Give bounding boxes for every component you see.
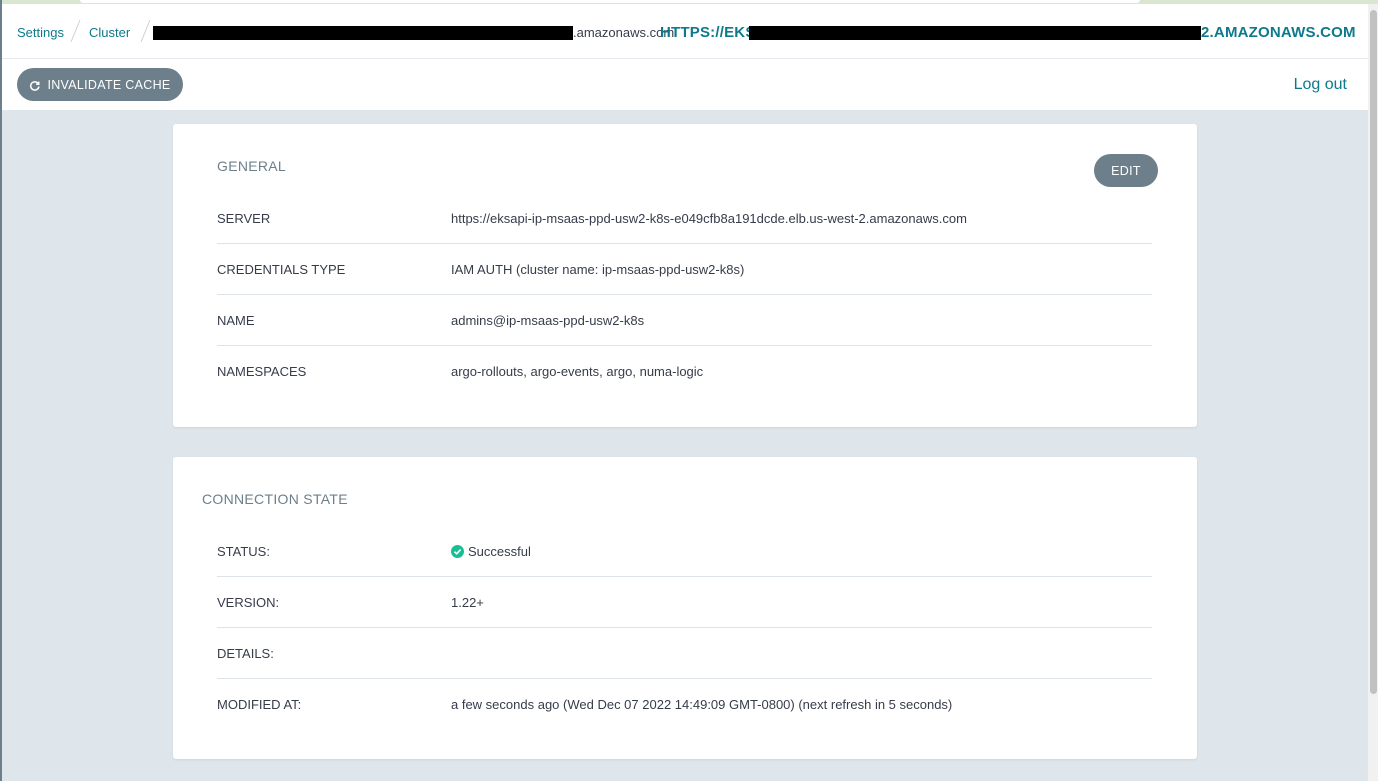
breadcrumb-separator	[140, 20, 151, 42]
row-key: SERVER	[217, 211, 271, 226]
row-value: a few seconds ago (Wed Dec 07 2022 14:49…	[451, 697, 953, 712]
row-key: CREDENTIALS TYPE	[217, 262, 346, 277]
row-value: argo-rollouts, argo-events, argo, numa-l…	[451, 364, 704, 379]
connection-rows: STATUS: Successful VERSION: 1.22+ DETAIL…	[217, 526, 1152, 730]
status-text: Successful	[468, 544, 531, 559]
edit-button[interactable]: EDIT	[1094, 154, 1158, 187]
page-title-prefix: HTTPS://EKS	[660, 24, 756, 41]
connection-row-status: STATUS: Successful	[217, 526, 1152, 577]
logout-link[interactable]: Log out	[1294, 76, 1347, 94]
general-row-credentials-type: CREDENTIALS TYPE IAM AUTH (cluster name:…	[217, 244, 1152, 295]
row-key: NAME	[217, 313, 255, 328]
row-key: DETAILS:	[217, 646, 274, 661]
check-circle-icon	[451, 545, 464, 558]
connection-row-modified-at: MODIFIED AT: a few seconds ago (Wed Dec …	[217, 679, 1152, 730]
row-value: 1.22+	[451, 595, 484, 610]
general-row-name: NAME admins@ip-msaas-ppd-usw2-k8s	[217, 295, 1152, 346]
redacted-cluster-host	[153, 26, 573, 40]
row-key: NAMESPACES	[217, 364, 307, 379]
scrollbar-thumb[interactable]	[1370, 10, 1377, 694]
invalidate-cache-label: INVALIDATE CACHE	[47, 77, 171, 92]
connection-state-card: CONNECTION STATE STATUS: Successful VERS…	[173, 457, 1197, 759]
breadcrumb-cluster-suffix: .amazonaws.com	[573, 25, 675, 40]
row-key: STATUS:	[217, 544, 270, 559]
breadcrumb-separator	[70, 20, 81, 42]
row-value: IAM AUTH (cluster name: ip-msaas-ppd-usw…	[451, 262, 745, 277]
toolbar: INVALIDATE CACHE Log out	[2, 60, 1368, 110]
row-key: VERSION:	[217, 595, 280, 610]
row-value: https://eksapi-ip-msaas-ppd-usw2-k8s-e04…	[451, 211, 967, 226]
connection-row-version: VERSION: 1.22+	[217, 577, 1152, 628]
general-row-namespaces: NAMESPACES argo-rollouts, argo-events, a…	[217, 346, 1152, 397]
connection-row-details: DETAILS:	[217, 628, 1152, 679]
general-title: GENERAL	[217, 158, 287, 174]
breadcrumb-settings[interactable]: Settings	[17, 25, 64, 40]
page-title-suffix: 2.AMAZONAWS.COM	[1201, 24, 1356, 41]
window-left-edge	[0, 0, 2, 781]
row-value: Successful	[451, 526, 531, 577]
connection-state-title: CONNECTION STATE	[202, 491, 348, 507]
page-header: Settings Cluster .amazonaws.com HTTPS://…	[2, 4, 1368, 110]
invalidate-cache-button[interactable]: INVALIDATE CACHE	[17, 68, 183, 101]
row-key: MODIFIED AT:	[217, 697, 302, 712]
general-rows: SERVER https://eksapi-ip-msaas-ppd-usw2-…	[217, 193, 1152, 397]
browser-address-edge	[80, 0, 1140, 3]
refresh-icon	[30, 80, 41, 91]
row-value: admins@ip-msaas-ppd-usw2-k8s	[451, 313, 645, 328]
breadcrumb: Settings Cluster .amazonaws.com HTTPS://…	[2, 4, 1368, 59]
redacted-title	[749, 26, 1201, 40]
general-row-server: SERVER https://eksapi-ip-msaas-ppd-usw2-…	[217, 193, 1152, 244]
general-card: GENERAL EDIT SERVER https://eksapi-ip-ms…	[173, 124, 1197, 427]
breadcrumb-cluster[interactable]: Cluster	[89, 25, 130, 40]
